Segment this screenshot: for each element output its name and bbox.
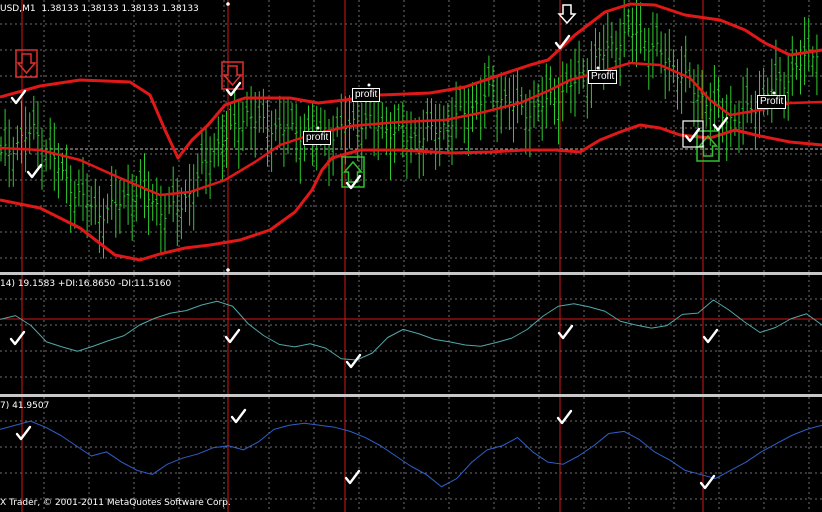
rsi-label: 7) 41.9507 [0,401,50,411]
adx-panel[interactable]: 14) 19.1583 +DI:16.8650 -DI:11.5160 [0,275,822,394]
signal-box [682,120,704,148]
check-icon [557,324,574,340]
ohlc-values: 1.38133 1.38133 1.38133 1.38133 [41,4,199,14]
price-panel[interactable]: USD,M1 1.38133 1.38133 1.38133 1.38133 p… [0,0,822,272]
check-icon [344,469,361,485]
symbol-timeframe: USD,M1 [0,4,36,14]
copyright-label: X Trader, © 2001-2011 MetaQuotes Softwar… [0,498,231,508]
adx-chart[interactable] [0,275,822,394]
profit-marker [316,126,320,130]
sell-arrow-icon [557,4,577,25]
rsi-chart[interactable] [0,397,822,512]
check-icon [230,408,247,424]
sell-arrow-icon [16,53,37,75]
adx-label: 14) 19.1583 +DI:16.8650 -DI:11.5160 [0,279,172,289]
marker-dot [226,2,230,6]
profit-label-2: profit [303,131,332,145]
check-icon [345,353,362,369]
check-icon [26,163,43,179]
profit-label-1: profit [352,88,381,102]
rsi-line [0,420,822,488]
profit-marker [367,83,371,87]
profit-label-4: Profit [757,95,787,109]
rsi-panel[interactable]: 7) 41.9507 X Trader, © 2001-2011 MetaQuo… [0,397,822,512]
sell-arrow-icon [222,65,243,87]
symbol-label: USD,M1 1.38133 1.38133 1.38133 1.38133 [0,4,199,15]
price-chart[interactable] [0,0,822,272]
profit-label-3: Profit [588,70,618,84]
check-icon [702,328,719,344]
check-icon [15,425,32,441]
